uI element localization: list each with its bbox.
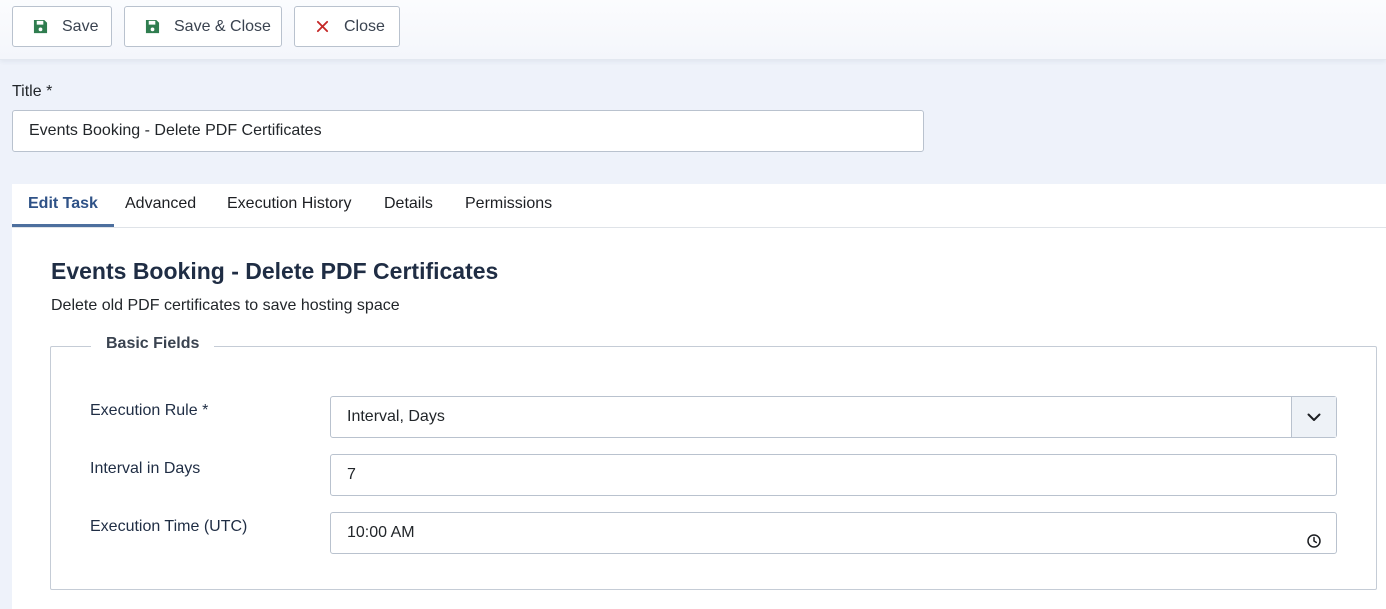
tab-details[interactable]: Details bbox=[368, 184, 449, 227]
task-description: Delete old PDF certificates to save host… bbox=[51, 297, 400, 314]
execution-time-input[interactable]: 10:00 AM bbox=[330, 512, 1337, 554]
tab-advanced[interactable]: Advanced bbox=[109, 184, 212, 227]
title-field-label: Title * bbox=[12, 83, 53, 100]
basic-fields-fieldset: Basic Fields Execution Rule * Interval, … bbox=[50, 335, 1377, 590]
x-icon bbox=[314, 19, 330, 35]
interval-days-label: Interval in Days bbox=[90, 460, 201, 477]
execution-time-label: Execution Time (UTC) bbox=[90, 518, 248, 535]
task-heading: Events Booking - Delete PDF Certificates bbox=[51, 258, 499, 284]
floppy-disk-icon bbox=[32, 19, 48, 35]
close-button[interactable]: Close bbox=[294, 6, 400, 47]
toolbar: Save Save & Close Close bbox=[0, 0, 1386, 60]
interval-days-input[interactable]: 7 bbox=[330, 454, 1337, 496]
tab-edit-task[interactable]: Edit Task bbox=[12, 184, 114, 227]
save-and-close-label: Save & Close bbox=[174, 17, 271, 35]
execution-rule-value: Interval, Days bbox=[347, 408, 445, 425]
chevron-down-icon[interactable] bbox=[1291, 397, 1336, 437]
floppy-disk-icon bbox=[144, 19, 160, 35]
clock-icon[interactable] bbox=[1306, 525, 1322, 548]
execution-rule-label: Execution Rule * bbox=[90, 402, 209, 419]
tab-execution-history[interactable]: Execution History bbox=[211, 184, 368, 227]
title-input[interactable]: Events Booking - Delete PDF Certificates bbox=[12, 110, 924, 152]
save-and-close-button[interactable]: Save & Close bbox=[124, 6, 282, 47]
tab-bar: Edit Task Advanced Execution History Det… bbox=[12, 184, 1386, 228]
execution-rule-select[interactable]: Interval, Days bbox=[330, 396, 1337, 438]
tab-panel-container: Edit Task Advanced Execution History Det… bbox=[12, 184, 1386, 609]
execution-time-value: 10:00 AM bbox=[347, 524, 415, 541]
save-button[interactable]: Save bbox=[12, 6, 112, 47]
save-label: Save bbox=[62, 17, 99, 35]
fieldset-legend: Basic Fields bbox=[91, 335, 215, 353]
close-label: Close bbox=[344, 17, 385, 35]
tab-permissions[interactable]: Permissions bbox=[449, 184, 568, 227]
